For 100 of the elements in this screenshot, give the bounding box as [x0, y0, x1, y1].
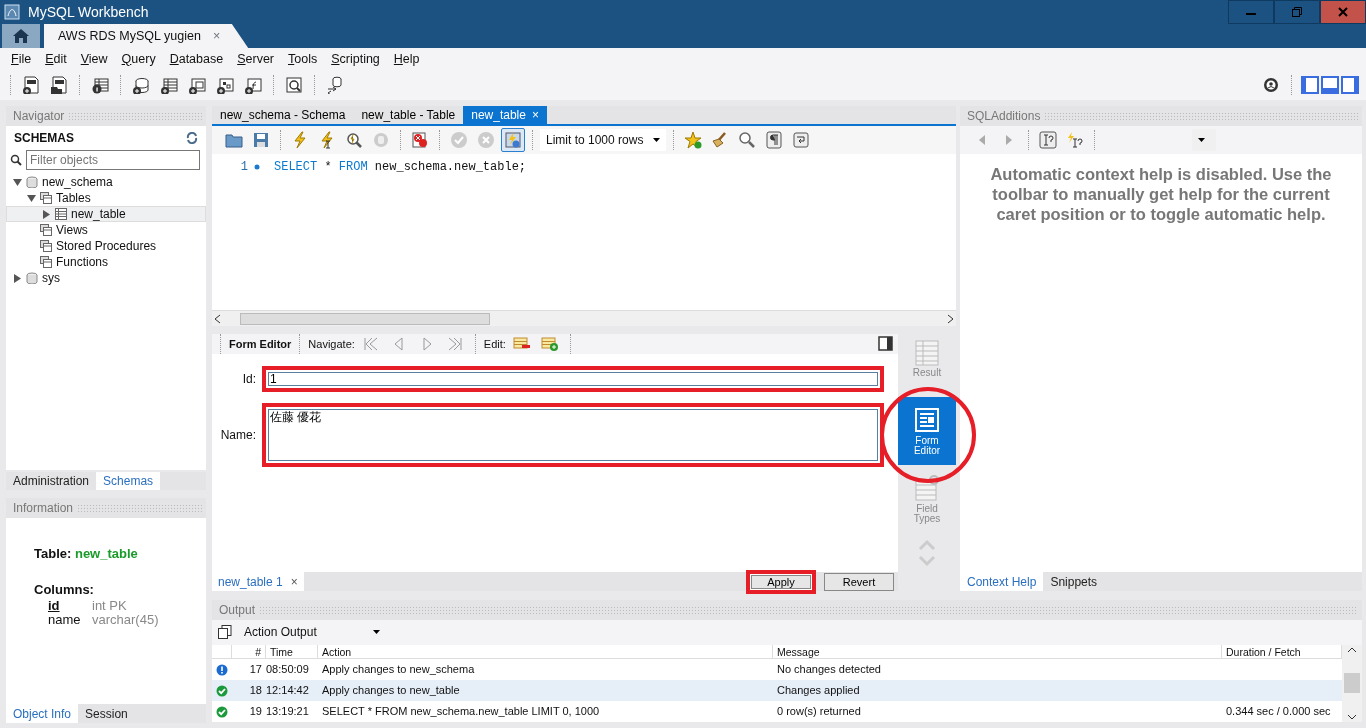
beautify-icon [711, 131, 729, 149]
table-cell-text: Changes applied [776, 683, 861, 699]
create-schema-icon [132, 76, 150, 94]
filter-field[interactable]: Filter objects [26, 150, 200, 170]
column-header[interactable]: # [232, 645, 266, 658]
panel-title: Navigator [13, 108, 65, 125]
editor-tab[interactable]: new_table - Table [353, 106, 464, 124]
restore-icon [1292, 7, 1302, 17]
add-snippet-icon [684, 131, 702, 149]
close-button[interactable] [1320, 0, 1366, 24]
output-row[interactable]: 18 12:14:42 Apply changes to new_table Changes applied [212, 680, 1342, 701]
column-header[interactable]: Time [266, 645, 318, 658]
menu-item[interactable]: Server [230, 49, 281, 69]
panel-tab[interactable]: Schemas [96, 472, 161, 490]
autocommit-button[interactable] [501, 128, 525, 152]
column-type: varchar(45) [92, 613, 159, 628]
rollback-icon [477, 131, 495, 149]
tree-item[interactable]: Functions [6, 254, 206, 270]
tree-item[interactable]: new_table [6, 206, 206, 222]
table-cell-text: 0 row(s) returned [776, 704, 862, 720]
menu-item[interactable]: View [73, 49, 115, 69]
table-cell-text: 17 [248, 662, 263, 678]
first-record-icon [361, 335, 380, 353]
expand-arrow-icon[interactable] [12, 273, 22, 283]
toggle-left-panel-button[interactable] [1300, 73, 1320, 97]
explain-icon [345, 131, 363, 149]
toggle-right-panel-icon [1341, 76, 1359, 94]
home-tab[interactable] [2, 24, 40, 48]
menu-item[interactable]: Tools [281, 49, 325, 69]
tree-item[interactable]: Views [6, 222, 206, 238]
connection-tab[interactable]: AWS RDS MySQL yugien × [44, 24, 249, 48]
toggle-right-panel-button[interactable] [1340, 73, 1360, 97]
panel-title: Information [13, 500, 74, 517]
panel-tab[interactable]: Snippets [1043, 572, 1105, 591]
form-icon [913, 405, 941, 434]
panel-title: SQLAdditions [967, 108, 1041, 125]
tree-item[interactable]: Stored Procedures [6, 238, 206, 254]
restore-button[interactable] [1274, 0, 1320, 24]
panel-tab[interactable]: Session [78, 704, 135, 723]
toolbar-label: Navigate: [308, 336, 355, 352]
folder-icon [40, 224, 52, 236]
tree-item[interactable]: new_schema [6, 174, 206, 190]
menu-item[interactable]: Scripting [324, 49, 387, 69]
dropdown-arrow-icon [1198, 138, 1205, 142]
limit-dropdown[interactable]: Limit to 1000 rows [540, 129, 666, 151]
check-icon [216, 684, 228, 697]
output-selector[interactable]: Action Output [238, 621, 386, 644]
action-button[interactable]: Revert [824, 572, 894, 591]
close-icon [1338, 7, 1348, 17]
dropdown-arrow-icon [373, 630, 380, 635]
panel-tab[interactable]: Administration [6, 472, 97, 490]
home-icon [12, 28, 30, 44]
grid-icon [913, 338, 941, 366]
execute-icon [291, 131, 309, 149]
check-icon [216, 705, 228, 718]
toggle-bottom-panel-button[interactable] [1320, 73, 1340, 97]
menu-item[interactable]: Query [114, 49, 163, 69]
output-row[interactable]: 17 08:50:09 Apply changes to new_schema No changes detected [212, 659, 1342, 680]
scrollbar-thumb[interactable] [240, 312, 490, 325]
column-name: id [47, 599, 61, 614]
column-header[interactable]: Action [318, 645, 773, 658]
expand-arrow-icon[interactable] [41, 209, 51, 219]
menu-item[interactable]: File [4, 49, 39, 69]
menu-item[interactable]: Help [386, 49, 427, 69]
search-icon [10, 154, 22, 166]
table-icon [55, 208, 67, 220]
tree-item[interactable]: Tables [6, 190, 206, 206]
editor-tab[interactable]: new_schema - Schema [212, 106, 354, 124]
context-help-button[interactable] [1036, 128, 1060, 152]
result-tab[interactable]: new_table 1 × [212, 572, 304, 591]
folder-icon [40, 240, 52, 252]
tab-close-button[interactable]: × [212, 26, 221, 46]
execute-current-icon [318, 131, 336, 149]
text-area-field[interactable]: 佐藤 優花 [262, 403, 884, 467]
save-icon [252, 131, 270, 149]
output-row[interactable]: 19 13:19:21 SELECT * FROM new_schema.new_table LIMIT 0, 1000 0 row(s) returned 0.344 sec / 0.000 sec [212, 701, 1342, 722]
editor-tab[interactable]: new_table × [463, 106, 547, 124]
menu-item[interactable]: Edit [38, 49, 74, 69]
tree-item[interactable]: sys [6, 270, 206, 286]
text-field[interactable]: 1 [262, 366, 884, 392]
tab-close-button[interactable]: × [290, 572, 298, 591]
panel-tab[interactable]: Object Info [6, 704, 79, 723]
dropdown-arrow-icon [653, 138, 660, 142]
open-icon [225, 131, 243, 149]
topic-dropdown[interactable] [1192, 129, 1216, 151]
table-cell-text: 12:14:42 [266, 683, 310, 699]
create-view-icon [188, 76, 206, 94]
scroll-up-icon [1347, 645, 1357, 655]
side-view-button[interactable]: Form Editor [898, 397, 956, 465]
line-number: 1 [239, 159, 248, 176]
table-cell-text: 19 [248, 704, 263, 720]
folder-icon [40, 256, 52, 268]
create-procedure-icon [216, 76, 234, 94]
scrollbar-thumb[interactable] [1344, 673, 1360, 693]
menu-item[interactable]: Database [162, 49, 231, 69]
action-button[interactable]: Apply [746, 569, 816, 594]
column-header[interactable]: Message [773, 645, 1222, 658]
tab-close-button[interactable]: × [531, 106, 539, 124]
panel-tab[interactable]: Context Help [960, 572, 1044, 591]
toggle-bottom-panel-icon [1321, 76, 1339, 94]
